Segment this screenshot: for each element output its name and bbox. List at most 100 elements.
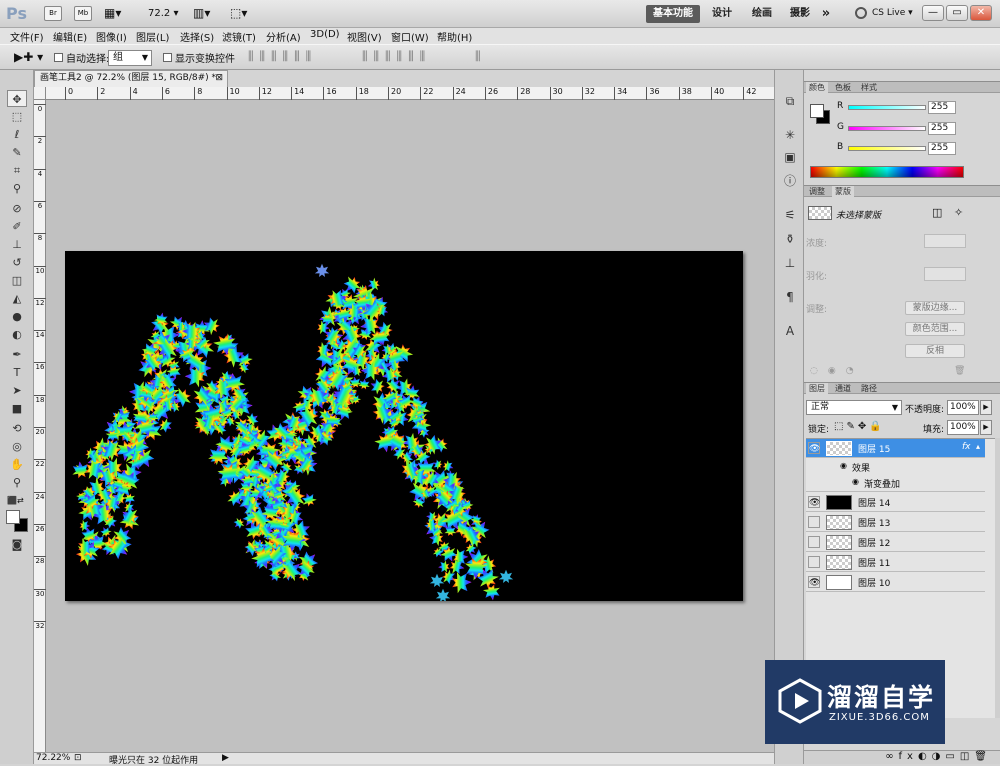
layer-visibility-eye-icon[interactable] (808, 536, 820, 548)
color-spectrum-bar[interactable] (810, 166, 964, 178)
menu-select[interactable]: 选择(S) (180, 29, 214, 44)
quick-selection-tool-icon[interactable]: ✎ (7, 144, 27, 161)
menu-layer[interactable]: 图层(L) (136, 29, 169, 44)
lasso-tool-icon[interactable]: ℓ (7, 126, 27, 143)
menu-analysis[interactable]: 分析(A) (266, 29, 301, 44)
pixel-mask-icon[interactable]: ◫ (932, 206, 942, 219)
align-icons[interactable]: ⫼⫼⫼⫼⫼⫼ (248, 49, 317, 64)
fill-field[interactable]: 100% (947, 420, 979, 435)
auto-select-dropdown[interactable]: 组 ▼ (108, 50, 152, 66)
layer-name[interactable]: 图层 12 (858, 536, 890, 549)
mask-edge-button[interactable]: 蒙版边缘... (905, 301, 965, 315)
healing-brush-tool-icon[interactable]: ⊘ (7, 200, 27, 217)
layers-footer-icons[interactable]: ∞fx◐◑▭◫🗑 (804, 750, 1000, 764)
red-channel-slider[interactable] (848, 105, 926, 110)
vector-mask-icon[interactable]: ✧ (954, 206, 963, 219)
collapse-effects-icon[interactable]: ▴ (976, 442, 980, 451)
blend-mode-dropdown[interactable]: 正常 ▼ (806, 400, 902, 415)
menu-edit[interactable]: 编辑(E) (53, 29, 87, 44)
zoom-level-dropdown[interactable]: 72.2 ▾ (148, 8, 178, 19)
auto-select-checkbox[interactable] (54, 53, 63, 62)
blue-channel-value[interactable]: 255 (928, 142, 956, 155)
screen-mode-icon[interactable]: ⬚▾ (230, 6, 247, 20)
tab-layers[interactable]: 图层 (806, 383, 828, 394)
layer-visibility-eye-icon[interactable] (808, 556, 820, 568)
blur-tool-icon[interactable]: ● (7, 308, 27, 325)
foreground-color-swatch[interactable] (6, 510, 20, 524)
tool-presets-panel-icon[interactable]: ⊥ (780, 254, 800, 272)
menu-image[interactable]: 图像(I) (96, 29, 127, 44)
ruler-origin[interactable] (34, 87, 46, 100)
layer-row[interactable]: 👁 图层 14 (806, 493, 985, 512)
type-tool-icon[interactable]: T (7, 364, 27, 381)
brush-panel-icon[interactable]: ⚟ (780, 206, 800, 224)
mini-bridge-icon[interactable]: Mb (74, 6, 92, 21)
layer-visibility-eye-icon[interactable]: 👁 (808, 442, 820, 454)
eyedropper-tool-icon[interactable]: ⚲ (7, 180, 27, 197)
quick-mask-icon[interactable]: ◙ (7, 536, 27, 553)
gradient-overlay-eye-icon[interactable]: ◉ (852, 477, 859, 486)
workspace-essentials[interactable]: 基本功能 (646, 5, 700, 23)
color-range-button[interactable]: 颜色范围... (905, 322, 965, 336)
swap-colors-icon[interactable]: ⬛⇄ (7, 496, 24, 505)
auto-align-icon[interactable]: ⫼ (475, 49, 481, 64)
layer-name[interactable]: 图层 14 (858, 496, 890, 509)
layer-name[interactable]: 图层 13 (858, 516, 890, 529)
layer-row[interactable]: 👁 图层 15 fx ▴ (806, 439, 985, 458)
brush-tool-icon[interactable]: ✐ (7, 218, 27, 235)
navigator-panel-icon[interactable]: ✳ (780, 126, 800, 144)
paint-bucket-tool-icon[interactable]: ◭ (7, 290, 27, 307)
invert-button[interactable]: 反相 (905, 344, 965, 358)
fill-arrow-icon[interactable]: ▶ (980, 420, 992, 435)
distribute-icons[interactable]: ⫼⫼⫼⫼⫼⫼ (362, 49, 431, 64)
eraser-tool-icon[interactable]: ◫ (7, 272, 27, 289)
character-panel-icon[interactable]: A (780, 322, 800, 340)
bridge-icon[interactable]: Br (44, 6, 62, 21)
tab-channels[interactable]: 通道 (832, 383, 854, 394)
clone-source-panel-icon[interactable]: ⚱ (780, 230, 800, 248)
workspace-photography[interactable]: 摄影 (782, 5, 818, 23)
histogram-panel-icon[interactable]: ▣ (780, 148, 800, 166)
clone-stamp-tool-icon[interactable]: ⊥ (7, 236, 27, 253)
blue-channel-slider[interactable] (848, 146, 926, 151)
layer-visibility-eye-icon[interactable] (808, 516, 820, 528)
tab-paths[interactable]: 路径 (858, 383, 880, 394)
layer-row[interactable]: 图层 12 (806, 533, 985, 552)
tab-masks[interactable]: 蒙版 (832, 186, 854, 197)
zoom-readout[interactable]: 72.22% (36, 753, 70, 763)
gradient-overlay-row[interactable]: ◉ 渐变叠加 (806, 475, 985, 492)
close-button[interactable]: ✕ (970, 5, 992, 21)
layer-row[interactable]: 👁 图层 10 (806, 573, 985, 592)
dodge-tool-icon[interactable]: ◐ (7, 326, 27, 343)
layer-name[interactable]: 图层 11 (858, 556, 890, 569)
menu-help[interactable]: 帮助(H) (437, 29, 472, 44)
status-arrow-icon[interactable]: ▶ (222, 753, 229, 763)
move-tool-icon[interactable]: ✥ (7, 90, 27, 107)
green-channel-slider[interactable] (848, 126, 926, 131)
cs-live-menu[interactable]: CS Live ▾ (872, 8, 913, 18)
status-options-icon[interactable]: ⊡ (74, 753, 82, 763)
green-channel-value[interactable]: 255 (928, 122, 956, 135)
effects-row[interactable]: ◉ 效果 (806, 459, 985, 476)
opacity-field[interactable]: 100% (947, 400, 979, 415)
arrange-documents-icon[interactable]: ▥▾ (193, 6, 210, 20)
history-panel-icon[interactable]: ⧉ (780, 92, 800, 110)
close-document-icon[interactable]: ⊠ (215, 71, 223, 86)
menu-view[interactable]: 视图(V) (347, 29, 382, 44)
3d-orbit-tool-icon[interactable]: ◎ (7, 438, 27, 455)
move-tool-preset-icon[interactable]: ▶✚ ▾ (14, 50, 43, 64)
lock-icons[interactable]: ⬚✎✥🔒 (834, 421, 885, 432)
minimize-button[interactable]: — (922, 5, 944, 21)
history-brush-tool-icon[interactable]: ↺ (7, 254, 27, 271)
layer-name[interactable]: 图层 15 (858, 442, 890, 455)
shape-tool-icon[interactable]: ■ (7, 400, 27, 417)
layer-visibility-eye-icon[interactable]: 👁 (808, 576, 820, 588)
tab-adjustments[interactable]: 调整 (806, 186, 828, 197)
restore-button[interactable]: ▭ (946, 5, 968, 21)
workspace-painting[interactable]: 绘画 (744, 5, 780, 23)
show-transform-checkbox[interactable] (163, 53, 172, 62)
menu-3d[interactable]: 3D(D) (310, 29, 340, 40)
info-panel-icon[interactable]: ⓘ (780, 172, 800, 190)
view-extras-icon[interactable]: ▦▾ (104, 6, 121, 20)
tab-styles[interactable]: 样式 (858, 82, 880, 93)
